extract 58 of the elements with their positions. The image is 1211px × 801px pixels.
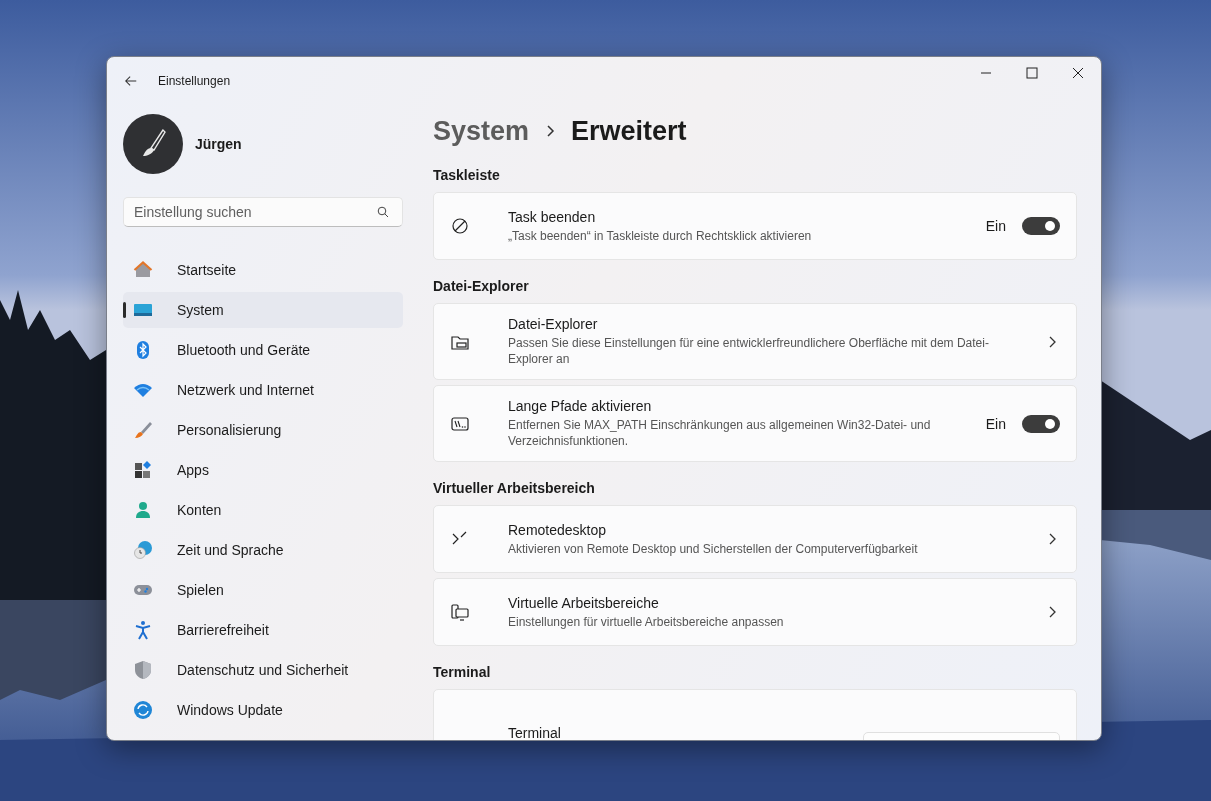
setting-description: Passen Sie diese Einstellungen für eine entwicklerfreundlichere Oberfläche mit dem Datei-Explorer an <box>508 335 990 367</box>
user-name: Jürgen <box>195 136 242 152</box>
toggle-state: Ein <box>985 218 1006 234</box>
prohibited-icon <box>450 216 470 236</box>
settings-card[interactable]: Virtuelle Arbeitsbereiche Einstellungen für virtuelle Arbeitsbereiche anpassen <box>433 578 1077 646</box>
home-icon <box>133 260 153 280</box>
nav-item[interactable]: Personalisierung <box>123 412 403 448</box>
section-heading: Terminal <box>433 664 492 680</box>
nav-item[interactable]: Konten <box>123 492 403 528</box>
back-button[interactable] <box>124 74 138 88</box>
nav-item[interactable]: Apps <box>123 452 403 488</box>
settings-card[interactable]: Terminal <box>433 689 1077 740</box>
setting-description: „Task beenden“ in Taskleiste durch Rechtsklick aktivieren <box>508 227 813 244</box>
setting-title: Terminal <box>508 725 562 740</box>
nav-item[interactable]: Barrierefreiheit <box>123 612 403 648</box>
nav-item[interactable]: System <box>123 292 403 328</box>
setting-title: Virtuelle Arbeitsbereiche <box>508 594 660 611</box>
brush-icon <box>133 420 153 440</box>
section-heading: Datei-Explorer <box>433 278 530 294</box>
nav-item[interactable]: Windows Update <box>123 692 403 728</box>
avatar-icon <box>123 114 183 174</box>
settings-card[interactable]: Remotedesktop Aktivieren von Remote Desktop und Sicherstellen der Computerverfügbarkeit <box>433 505 1077 573</box>
apps-icon <box>133 460 153 480</box>
devices-icon <box>450 602 470 622</box>
nav-item[interactable]: Datenschutz und Sicherheit <box>123 652 403 688</box>
search-icon <box>377 206 389 218</box>
breadcrumb-link[interactable]: System <box>433 115 530 147</box>
toggle-switch[interactable] <box>1022 414 1060 433</box>
setting-title: Datei-Explorer <box>508 316 599 332</box>
nav-item[interactable]: Netzwerk und Internet <box>123 372 403 408</box>
window-title: Einstellungen <box>158 74 231 88</box>
setting-title: Remotedesktop <box>508 521 608 538</box>
settings-card[interactable]: Datei-Explorer Passen Sie diese Einstellungen für eine entwicklerfreundlichere Oberfläche mit dem Datei-Explorer an <box>433 303 1077 380</box>
chevron-icon <box>1048 334 1056 349</box>
chevron-icon <box>1048 605 1056 619</box>
chevron-icon <box>1048 532 1056 546</box>
chevron-icon <box>545 124 556 138</box>
nav-item[interactable]: Bluetooth und Geräte <box>123 332 403 368</box>
nav-item[interactable]: Startseite <box>123 252 403 288</box>
setting-description: Aktivieren von Remote Desktop und Sicherstellen der Computerverfügbarkeit <box>508 540 919 557</box>
settings-card[interactable]: Task beenden „Task beenden“ in Taskleiste durch Rechtsklick aktivieren Ein <box>433 192 1077 260</box>
setting-title: Task beenden <box>508 208 597 225</box>
setting-description: Einstellungen für virtuelle Arbeitsbereiche anpassen <box>508 613 785 630</box>
section-heading: Virtueller Arbeitsbereich <box>433 480 596 496</box>
nav-item[interactable]: Spielen <box>123 572 403 608</box>
search-field[interactable]: Einstellung suchen <box>123 197 403 227</box>
setting-title: Lange Pfade aktivieren <box>508 398 653 414</box>
person-icon <box>133 500 153 520</box>
setting-description: Entfernen Sie MAX_PATH Einschränkungen aus allgemeinen Win32-Datei- und Verzeichnisfunktionen. <box>508 417 932 449</box>
page-title: Erweitert <box>571 115 687 147</box>
section-heading: Taskleiste <box>433 167 501 183</box>
settings-card[interactable]: Lange Pfade aktivieren Entfernen Sie MAX_PATH Einschränkungen aus allgemeinen Win32-Datei- und Verzeichnisfunktionen. Ein <box>433 385 1077 462</box>
nav-item[interactable]: Zeit und Sprache <box>123 532 403 568</box>
clock-icon <box>133 540 153 560</box>
toggle-switch[interactable] <box>1022 217 1060 235</box>
shield-icon <box>133 660 153 680</box>
update-icon <box>133 700 153 720</box>
toggle-state: Ein <box>985 415 1006 432</box>
